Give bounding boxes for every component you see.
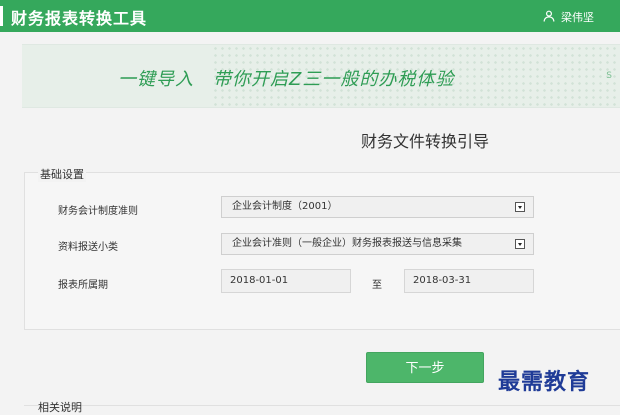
- banner-corner-mark: S: [606, 71, 612, 81]
- accounting-standard-label: 财务会计制度准则: [58, 206, 138, 217]
- promo-banner: 一键导入 带你开启Z三一般的办税体验 S: [22, 44, 620, 108]
- period-start-input[interactable]: 2018-01-01: [221, 269, 351, 293]
- accounting-standard-value: 企业会计制度（2001）: [232, 201, 338, 212]
- period-end-input[interactable]: 2018-03-31: [404, 269, 534, 293]
- user-icon: [543, 10, 555, 25]
- basic-settings-title: 基础设置: [38, 166, 86, 182]
- app-title: 财务报表转换工具: [11, 9, 148, 28]
- next-step-button[interactable]: 下一步: [366, 352, 484, 383]
- user-name: 梁伟坚: [561, 11, 594, 24]
- page-title-text: 财务文件转换引导: [360, 132, 489, 151]
- period-separator: 至: [372, 280, 382, 291]
- accounting-standard-select[interactable]: 企业会计制度（2001）: [221, 196, 534, 218]
- user-menu[interactable]: 梁伟坚: [543, 9, 594, 25]
- related-notes-title: 相关说明: [38, 401, 82, 414]
- report-subtype-select[interactable]: 企业会计准则（一般企业）财务报表报送与信息采集: [221, 233, 534, 255]
- report-subtype-label: 资料报送小类: [58, 242, 118, 253]
- report-subtype-value: 企业会计准则（一般企业）财务报表报送与信息采集: [232, 238, 462, 249]
- dropdown-arrow-icon[interactable]: [515, 202, 525, 212]
- page-title: 财务文件转换引导: [0, 128, 620, 152]
- app-header: 财务报表转换工具 梁伟坚: [0, 0, 620, 32]
- report-period-label: 报表所属期: [58, 280, 108, 291]
- related-section-divider: [24, 405, 620, 406]
- banner-slogan: 一键导入 带你开启Z三一般的办税体验: [118, 69, 455, 90]
- dropdown-arrow-icon[interactable]: [515, 239, 525, 249]
- watermark-text: 最需教育: [498, 369, 591, 395]
- header-accent-bar: [0, 6, 3, 26]
